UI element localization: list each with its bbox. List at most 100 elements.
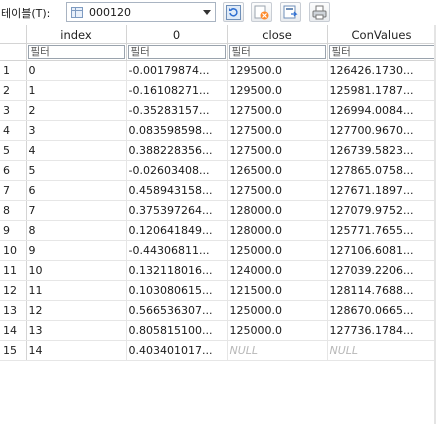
table-row[interactable]: 9 8 0.120641849... 128000.0 125771.7655...: [0, 220, 436, 241]
cell-0[interactable]: -0.00179874...: [126, 60, 228, 81]
table-row[interactable]: 8 7 0.375397264... 128000.0 127079.9752...: [0, 200, 436, 221]
cell-index[interactable]: 9: [26, 240, 127, 261]
table-row[interactable]: 14 13 0.805815100... 125000.0 127736.1784...: [0, 320, 436, 341]
row-number: 6: [0, 160, 27, 181]
filter-input-0[interactable]: 필터: [127, 45, 226, 59]
cell-close[interactable]: 125000.0: [227, 240, 328, 261]
cell-0[interactable]: 0.375397264...: [126, 200, 228, 221]
cell-index[interactable]: 8: [26, 220, 127, 241]
row-number: 15: [0, 340, 27, 361]
cell-index[interactable]: 12: [26, 300, 127, 321]
row-number: 9: [0, 220, 27, 241]
cell-index[interactable]: 2: [26, 100, 127, 121]
cell-convalues[interactable]: 128670.0665...: [327, 300, 436, 321]
table-row[interactable]: 10 9 -0.44306811... 125000.0 127106.6081...: [0, 240, 436, 261]
cell-close[interactable]: 127500.0: [227, 100, 328, 121]
cell-0[interactable]: 0.388228356...: [126, 140, 228, 161]
corner-cell: [0, 25, 27, 44]
cell-0[interactable]: 0.103080615...: [126, 280, 228, 301]
row-number: 14: [0, 320, 27, 341]
table-row[interactable]: 4 3 0.083598598... 127500.0 127700.9670...: [0, 120, 436, 141]
cell-convalues[interactable]: NULL: [327, 340, 436, 361]
clear-filter-button[interactable]: [251, 2, 272, 22]
cell-0[interactable]: 0.805815100...: [126, 320, 228, 341]
cell-convalues[interactable]: 127079.9752...: [327, 200, 436, 221]
column-header-convalues[interactable]: ConValues: [327, 25, 436, 44]
table-row[interactable]: 11 10 0.132118016... 124000.0 127039.2206...: [0, 260, 436, 281]
cell-convalues[interactable]: 128114.7688...: [327, 280, 436, 301]
header-row: index 0 close ConValues: [0, 25, 436, 44]
cell-close[interactable]: 125000.0: [227, 320, 328, 341]
cell-close[interactable]: 129500.0: [227, 60, 328, 81]
table-row[interactable]: 3 2 -0.35283157... 127500.0 126994.0084...: [0, 100, 436, 121]
cell-index[interactable]: 10: [26, 260, 127, 281]
cell-0[interactable]: 0.083598598...: [126, 120, 228, 141]
cell-0[interactable]: -0.35283157...: [126, 100, 228, 121]
data-grid[interactable]: index 0 close ConValues 필터 필터 필터 필터 1 0 -0…: [0, 25, 436, 424]
cell-index[interactable]: 5: [26, 160, 127, 181]
cell-close[interactable]: 127500.0: [227, 140, 328, 161]
cell-index[interactable]: 1: [26, 80, 127, 101]
cell-0[interactable]: 0.458943158...: [126, 180, 228, 201]
cell-convalues[interactable]: 127039.2206...: [327, 260, 436, 281]
cell-index[interactable]: 0: [26, 60, 127, 81]
cell-close[interactable]: 129500.0: [227, 80, 328, 101]
cell-0[interactable]: -0.16108271...: [126, 80, 228, 101]
print-icon: [312, 5, 327, 20]
cell-0[interactable]: 0.132118016...: [126, 260, 228, 281]
row-number: 11: [0, 260, 27, 281]
table-row[interactable]: 12 11 0.103080615... 121500.0 128114.7688...: [0, 280, 436, 301]
cell-convalues[interactable]: 127671.1897...: [327, 180, 436, 201]
cell-close[interactable]: 127500.0: [227, 180, 328, 201]
filter-input-convalues[interactable]: 필터: [328, 45, 435, 59]
table-row[interactable]: 1 0 -0.00179874... 129500.0 126426.1730...: [0, 60, 436, 81]
cell-0[interactable]: 0.120641849...: [126, 220, 228, 241]
cell-index[interactable]: 3: [26, 120, 127, 141]
column-header-0[interactable]: 0: [126, 25, 228, 44]
column-header-close[interactable]: close: [227, 25, 328, 44]
table-row[interactable]: 13 12 0.566536307... 125000.0 128670.0665...: [0, 300, 436, 321]
cell-close[interactable]: 121500.0: [227, 280, 328, 301]
cell-convalues[interactable]: 127736.1784...: [327, 320, 436, 341]
cell-0[interactable]: 0.403401017...: [126, 340, 228, 361]
column-header-index[interactable]: index: [26, 25, 127, 44]
table-row[interactable]: 7 6 0.458943158... 127500.0 127671.1897...: [0, 180, 436, 201]
table-row[interactable]: 15 14 0.403401017... NULL NULL: [0, 340, 436, 361]
cell-convalues[interactable]: 126994.0084...: [327, 100, 436, 121]
cell-index[interactable]: 14: [26, 340, 127, 361]
cell-convalues[interactable]: 126426.1730...: [327, 60, 436, 81]
cell-convalues[interactable]: 125981.1787...: [327, 80, 436, 101]
export-button[interactable]: [280, 2, 301, 22]
cell-close[interactable]: 125000.0: [227, 300, 328, 321]
table-row[interactable]: 6 5 -0.02603408... 126500.0 127865.0758...: [0, 160, 436, 181]
refresh-button[interactable]: [223, 2, 244, 22]
cell-close[interactable]: NULL: [227, 340, 328, 361]
cell-index[interactable]: 7: [26, 200, 127, 221]
cell-convalues[interactable]: 126739.5823...: [327, 140, 436, 161]
cell-0[interactable]: 0.566536307...: [126, 300, 228, 321]
filter-input-index[interactable]: 필터: [27, 45, 125, 59]
table-select[interactable]: 000120: [66, 2, 216, 22]
cell-close[interactable]: 126500.0: [227, 160, 328, 181]
cell-index[interactable]: 6: [26, 180, 127, 201]
table-row[interactable]: 5 4 0.388228356... 127500.0 126739.5823...: [0, 140, 436, 161]
filter-input-close[interactable]: 필터: [228, 45, 326, 59]
table-row[interactable]: 2 1 -0.16108271... 129500.0 125981.1787...: [0, 80, 436, 101]
cell-convalues[interactable]: 127700.9670...: [327, 120, 436, 141]
print-button[interactable]: [309, 2, 330, 22]
cell-convalues[interactable]: 125771.7655...: [327, 220, 436, 241]
cell-index[interactable]: 4: [26, 140, 127, 161]
cell-0[interactable]: -0.02603408...: [126, 160, 228, 181]
cell-close[interactable]: 127500.0: [227, 120, 328, 141]
cell-close[interactable]: 124000.0: [227, 260, 328, 281]
chevron-down-icon[interactable]: [203, 10, 211, 15]
cell-close[interactable]: 128000.0: [227, 220, 328, 241]
cell-0[interactable]: -0.44306811...: [126, 240, 228, 261]
row-number: 8: [0, 200, 27, 221]
cell-convalues[interactable]: 127865.0758...: [327, 160, 436, 181]
table-icon: [71, 7, 83, 18]
cell-convalues[interactable]: 127106.6081...: [327, 240, 436, 261]
cell-close[interactable]: 128000.0: [227, 200, 328, 221]
cell-index[interactable]: 13: [26, 320, 127, 341]
cell-index[interactable]: 11: [26, 280, 127, 301]
